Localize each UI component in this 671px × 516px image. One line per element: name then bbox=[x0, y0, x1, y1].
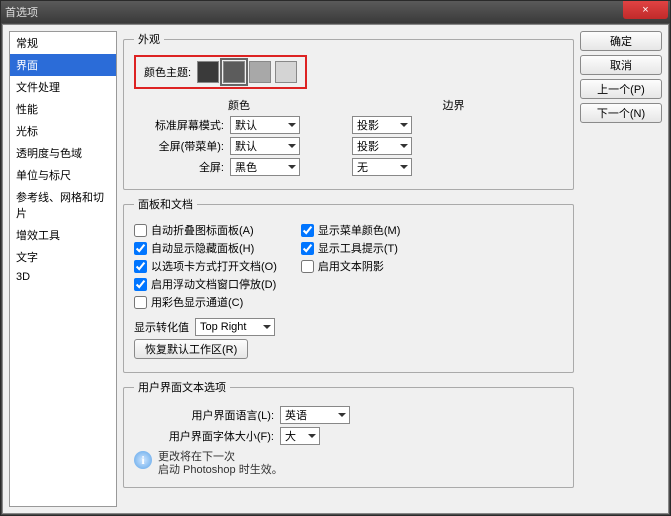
sidebar-item[interactable]: 界面 bbox=[10, 54, 116, 76]
color-select[interactable]: 默认 bbox=[230, 116, 300, 134]
ui-text-legend: 用户界面文本选项 bbox=[134, 379, 230, 395]
appearance-legend: 外观 bbox=[134, 31, 164, 47]
theme-label: 颜色主题: bbox=[144, 64, 191, 80]
preferences-window: 首选项 × 常规界面文件处理性能光标透明度与色域单位与标尺参考线、网格和切片增效… bbox=[0, 0, 671, 516]
theme-swatch[interactable] bbox=[223, 61, 245, 83]
ui-size-select[interactable]: 大 bbox=[280, 427, 320, 445]
next-button[interactable]: 下一个(N) bbox=[580, 103, 662, 123]
color-select[interactable]: 默认 bbox=[230, 137, 300, 155]
ui-text-group: 用户界面文本选项 用户界面语言(L): 英语 用户界面字体大小(F): 大 i … bbox=[123, 379, 574, 488]
border-select[interactable]: 无 bbox=[352, 158, 412, 176]
checkbox-input[interactable] bbox=[134, 296, 147, 309]
sidebar-item[interactable]: 增效工具 bbox=[10, 224, 116, 246]
theme-swatch[interactable] bbox=[249, 61, 271, 83]
sidebar-item[interactable]: 透明度与色域 bbox=[10, 142, 116, 164]
option-checkbox[interactable]: 启用浮动文档窗口停放(D) bbox=[134, 276, 277, 292]
close-button[interactable]: × bbox=[623, 1, 668, 19]
reset-workspace-button[interactable]: 恢复默认工作区(R) bbox=[134, 339, 248, 359]
sidebar-item[interactable]: 性能 bbox=[10, 98, 116, 120]
cancel-button[interactable]: 取消 bbox=[580, 55, 662, 75]
checkbox-label: 用彩色显示通道(C) bbox=[151, 294, 243, 310]
color-header: 颜色 bbox=[134, 97, 344, 113]
checkbox-input[interactable] bbox=[134, 278, 147, 291]
checkbox-label: 显示工具提示(T) bbox=[318, 240, 398, 256]
sidebar-item[interactable]: 文字 bbox=[10, 246, 116, 268]
color-select[interactable]: 黑色 bbox=[230, 158, 300, 176]
checkbox-label: 启用文本阴影 bbox=[318, 258, 384, 274]
checkbox-label: 自动折叠图标面板(A) bbox=[151, 222, 254, 238]
panels-group: 面板和文档 自动折叠图标面板(A) 自动显示隐藏面板(H) 以选项卡方式打开文档(O… bbox=[123, 196, 574, 373]
ui-lang-select[interactable]: 英语 bbox=[280, 406, 350, 424]
checkbox-label: 启用浮动文档窗口停放(D) bbox=[151, 276, 276, 292]
theme-highlight: 颜色主题: bbox=[134, 55, 307, 89]
option-checkbox[interactable]: 启用文本阴影 bbox=[301, 258, 401, 274]
sidebar-item[interactable]: 3D bbox=[10, 268, 116, 286]
info-icon: i bbox=[134, 451, 152, 469]
sidebar-item[interactable]: 常规 bbox=[10, 32, 116, 54]
mode-label: 全屏(带菜单): bbox=[134, 138, 224, 154]
checkbox-input[interactable] bbox=[301, 224, 314, 237]
border-select[interactable]: 投影 bbox=[352, 137, 412, 155]
checkbox-label: 自动显示隐藏面板(H) bbox=[151, 240, 254, 256]
sidebar-item[interactable]: 单位与标尺 bbox=[10, 164, 116, 186]
option-checkbox[interactable]: 以选项卡方式打开文档(O) bbox=[134, 258, 277, 274]
sidebar-item[interactable]: 光标 bbox=[10, 120, 116, 142]
restart-note: 更改将在下一次 启动 Photoshop 时生效。 bbox=[158, 451, 283, 477]
ok-button[interactable]: 确定 bbox=[580, 31, 662, 51]
panels-legend: 面板和文档 bbox=[134, 196, 197, 212]
option-checkbox[interactable]: 显示菜单颜色(M) bbox=[301, 222, 401, 238]
theme-swatch[interactable] bbox=[197, 61, 219, 83]
border-header: 边界 bbox=[344, 97, 563, 113]
close-icon: × bbox=[642, 4, 648, 16]
ui-lang-label: 用户界面语言(L): bbox=[134, 407, 274, 423]
category-sidebar: 常规界面文件处理性能光标透明度与色域单位与标尺参考线、网格和切片增效工具文字3D bbox=[9, 31, 117, 507]
checkbox-input[interactable] bbox=[134, 260, 147, 273]
prev-button[interactable]: 上一个(P) bbox=[580, 79, 662, 99]
checkbox-input[interactable] bbox=[301, 242, 314, 255]
checkbox-input[interactable] bbox=[134, 224, 147, 237]
window-title: 首选项 bbox=[5, 4, 38, 20]
checkbox-input[interactable] bbox=[301, 260, 314, 273]
option-checkbox[interactable]: 自动显示隐藏面板(H) bbox=[134, 240, 277, 256]
mode-label: 标准屏幕模式: bbox=[134, 117, 224, 133]
option-checkbox[interactable]: 自动折叠图标面板(A) bbox=[134, 222, 277, 238]
transform-label: 显示转化值 bbox=[134, 319, 189, 335]
appearance-group: 外观 颜色主题: 颜色 边界 标准屏幕模式:默认投影全屏(带菜单):默认投影全屏… bbox=[123, 31, 574, 190]
option-checkbox[interactable]: 显示工具提示(T) bbox=[301, 240, 401, 256]
checkbox-label: 以选项卡方式打开文档(O) bbox=[151, 258, 277, 274]
border-select[interactable]: 投影 bbox=[352, 116, 412, 134]
theme-swatches bbox=[197, 61, 297, 83]
option-checkbox[interactable]: 用彩色显示通道(C) bbox=[134, 294, 277, 310]
titlebar: 首选项 × bbox=[1, 1, 670, 23]
checkbox-label: 显示菜单颜色(M) bbox=[318, 222, 401, 238]
theme-swatch[interactable] bbox=[275, 61, 297, 83]
mode-label: 全屏: bbox=[134, 159, 224, 175]
transform-select[interactable]: Top Right bbox=[195, 318, 275, 336]
sidebar-item[interactable]: 文件处理 bbox=[10, 76, 116, 98]
ui-size-label: 用户界面字体大小(F): bbox=[134, 428, 274, 444]
sidebar-item[interactable]: 参考线、网格和切片 bbox=[10, 186, 116, 224]
checkbox-input[interactable] bbox=[134, 242, 147, 255]
